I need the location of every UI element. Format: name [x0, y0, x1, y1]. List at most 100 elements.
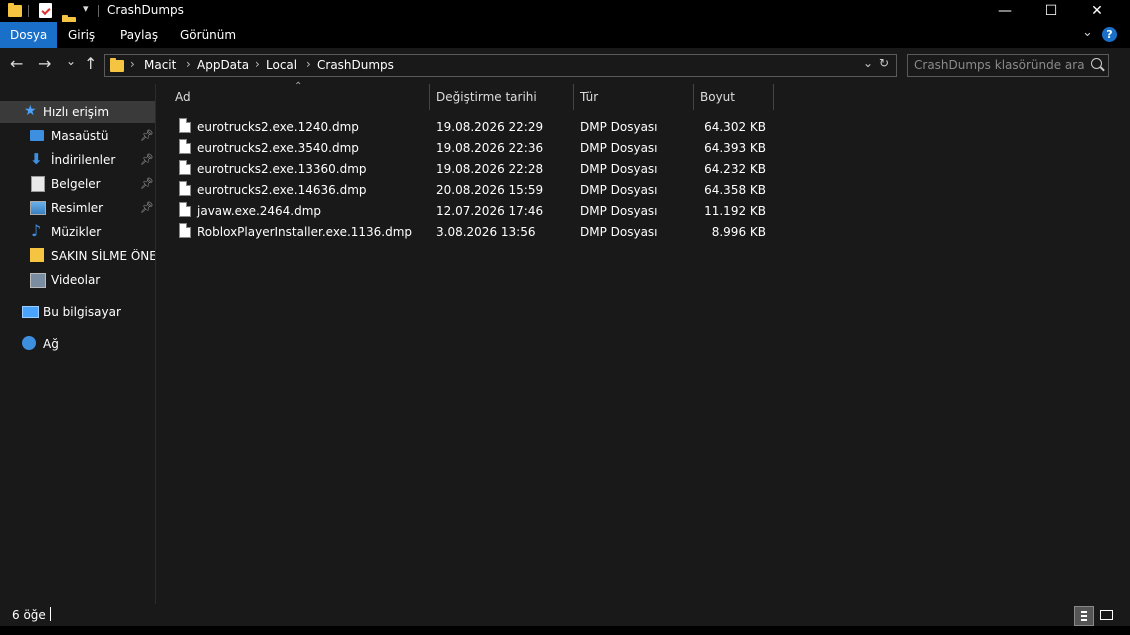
file-name: RobloxPlayerInstaller.exe.1136.dmp [197, 225, 413, 239]
sidebar-item-music[interactable]: ♪ Müzikler [0, 221, 155, 243]
column-header-name[interactable]: Ad [169, 84, 429, 110]
column-divider[interactable] [773, 84, 774, 110]
sidebar-item-this-pc[interactable]: Bu bilgisayar [0, 301, 155, 323]
breadcrumb-macit[interactable]: Macit [144, 58, 176, 72]
pin-icon[interactable]: 📌︎ [140, 201, 154, 214]
refresh-icon[interactable]: ↻ [879, 56, 889, 70]
tab-view[interactable]: Görünüm [170, 22, 246, 48]
file-size: 8.996 KB [711, 225, 766, 239]
ribbon-tabs: Dosya Giriş Paylaş Görünüm ⌄ ? [0, 22, 1130, 48]
minimize-button[interactable]: — [982, 0, 1028, 22]
search-icon[interactable] [1091, 58, 1102, 69]
file-type: DMP Dosyası [580, 162, 658, 176]
up-button[interactable]: ↑ [84, 56, 97, 72]
tab-file[interactable]: Dosya [0, 22, 58, 48]
column-header-type[interactable]: Tür [574, 84, 693, 110]
file-type: DMP Dosyası [580, 183, 658, 197]
sidebar-item-pictures[interactable]: Resimler 📌︎ [0, 197, 155, 219]
maximize-button[interactable]: ☐ [1028, 0, 1074, 22]
tab-share[interactable]: Paylaş [110, 22, 168, 48]
file-row[interactable]: eurotrucks2.exe.14636.dmp 20.08.2026 15:… [172, 179, 772, 200]
pane-divider[interactable] [155, 84, 156, 604]
navigation-pane: ★ Hızlı erişim Masaüstü 📌︎ ⬇ İndirilenle… [0, 84, 155, 604]
item-count: 6 öğe [12, 608, 46, 622]
sidebar-item-label: Hızlı erişim [43, 105, 110, 119]
file-type: DMP Dosyası [580, 204, 658, 218]
details-view-icon[interactable] [1074, 606, 1094, 626]
properties-icon[interactable] [39, 3, 52, 18]
large-icons-view-icon[interactable] [1098, 606, 1116, 624]
file-date: 3.08.2026 13:56 [436, 225, 536, 239]
divider [28, 5, 29, 17]
file-size: 64.302 KB [704, 120, 766, 134]
status-divider [50, 607, 51, 621]
file-date: 19.08.2026 22:36 [436, 141, 544, 155]
customize-toolbar-icon[interactable]: ▾ [83, 2, 89, 15]
file-icon [179, 118, 191, 133]
address-bar[interactable]: › Macit › AppData › Local › CrashDumps ⌄… [104, 54, 897, 77]
sidebar-item-downloads[interactable]: ⬇ İndirilenler 📌︎ [0, 149, 155, 171]
sidebar-item-desktop[interactable]: Masaüstü 📌︎ [0, 125, 155, 147]
sidebar-item-network[interactable]: Ağ [0, 333, 155, 355]
file-icon [179, 202, 191, 217]
sidebar-item-label: Videolar [51, 273, 101, 287]
expand-ribbon-icon[interactable]: ⌄ [1082, 25, 1093, 40]
file-type: DMP Dosyası [580, 225, 658, 239]
documents-icon [31, 176, 45, 192]
back-button[interactable]: ← [10, 56, 23, 72]
column-header-date[interactable]: Değiştirme tarihi [430, 84, 573, 110]
window-title: CrashDumps [107, 3, 184, 17]
sidebar-item-label: Resimler [51, 201, 104, 215]
search-box[interactable]: CrashDumps klasöründe ara [907, 54, 1109, 77]
sidebar-item-videos[interactable]: Videolar [0, 269, 155, 291]
file-row[interactable]: eurotrucks2.exe.3540.dmp 19.08.2026 22:3… [172, 137, 772, 158]
title-bar: ▾ CrashDumps — ☐ ✕ [0, 0, 1130, 29]
pictures-icon [30, 201, 46, 215]
file-icon [179, 181, 191, 196]
folder-icon [8, 3, 22, 17]
address-dropdown-icon[interactable]: ⌄ [863, 56, 873, 70]
sidebar-item-sakin-silme[interactable]: SAKIN SİLME ÖNEM [0, 245, 155, 267]
help-icon[interactable]: ? [1102, 27, 1117, 42]
folder-icon [30, 248, 44, 262]
breadcrumb-crashdumps[interactable]: CrashDumps [317, 58, 394, 72]
chevron-right-icon[interactable]: › [186, 57, 191, 71]
sidebar-item-label: Ağ [43, 337, 59, 351]
file-row[interactable]: eurotrucks2.exe.13360.dmp 19.08.2026 22:… [172, 158, 772, 179]
pin-icon[interactable]: 📌︎ [140, 177, 154, 190]
sidebar-item-label: Belgeler [51, 177, 101, 191]
file-size: 64.358 KB [704, 183, 766, 197]
search-input[interactable]: CrashDumps klasöründe ara [914, 58, 1085, 72]
tab-home[interactable]: Giriş [58, 22, 105, 48]
sidebar-item-documents[interactable]: Belgeler 📌︎ [0, 173, 155, 195]
desktop-icon [30, 130, 44, 141]
breadcrumb-local[interactable]: Local [266, 58, 297, 72]
file-name: eurotrucks2.exe.1240.dmp [197, 120, 359, 134]
file-date: 19.08.2026 22:29 [436, 120, 544, 134]
file-date: 12.07.2026 17:46 [436, 204, 544, 218]
download-icon: ⬇ [30, 150, 43, 168]
recent-locations-button[interactable]: ⌄ [66, 53, 76, 69]
file-row[interactable]: javaw.exe.2464.dmp 12.07.2026 17:46 DMP … [172, 200, 772, 221]
forward-button[interactable]: → [38, 56, 51, 72]
sidebar-item-quick-access[interactable]: ★ Hızlı erişim [0, 101, 155, 123]
computer-icon [22, 306, 39, 318]
pin-icon[interactable]: 📌︎ [140, 153, 154, 166]
file-size: 64.232 KB [704, 162, 766, 176]
file-size: 64.393 KB [704, 141, 766, 155]
chevron-right-icon[interactable]: › [255, 57, 260, 71]
file-row[interactable]: RobloxPlayerInstaller.exe.1136.dmp 3.08.… [172, 221, 772, 242]
chevron-right-icon[interactable]: › [306, 57, 311, 71]
file-type: DMP Dosyası [580, 141, 658, 155]
chevron-right-icon[interactable]: › [130, 57, 135, 71]
music-icon: ♪ [31, 221, 42, 240]
file-name: eurotrucks2.exe.3540.dmp [197, 141, 359, 155]
file-icon [179, 223, 191, 238]
pin-icon[interactable]: 📌︎ [140, 129, 154, 142]
file-date: 19.08.2026 22:28 [436, 162, 544, 176]
column-header-size[interactable]: Boyut [694, 84, 774, 110]
close-button[interactable]: ✕ [1074, 0, 1120, 22]
file-row[interactable]: eurotrucks2.exe.1240.dmp 19.08.2026 22:2… [172, 116, 772, 137]
divider [98, 5, 99, 17]
breadcrumb-appdata[interactable]: AppData [197, 58, 249, 72]
